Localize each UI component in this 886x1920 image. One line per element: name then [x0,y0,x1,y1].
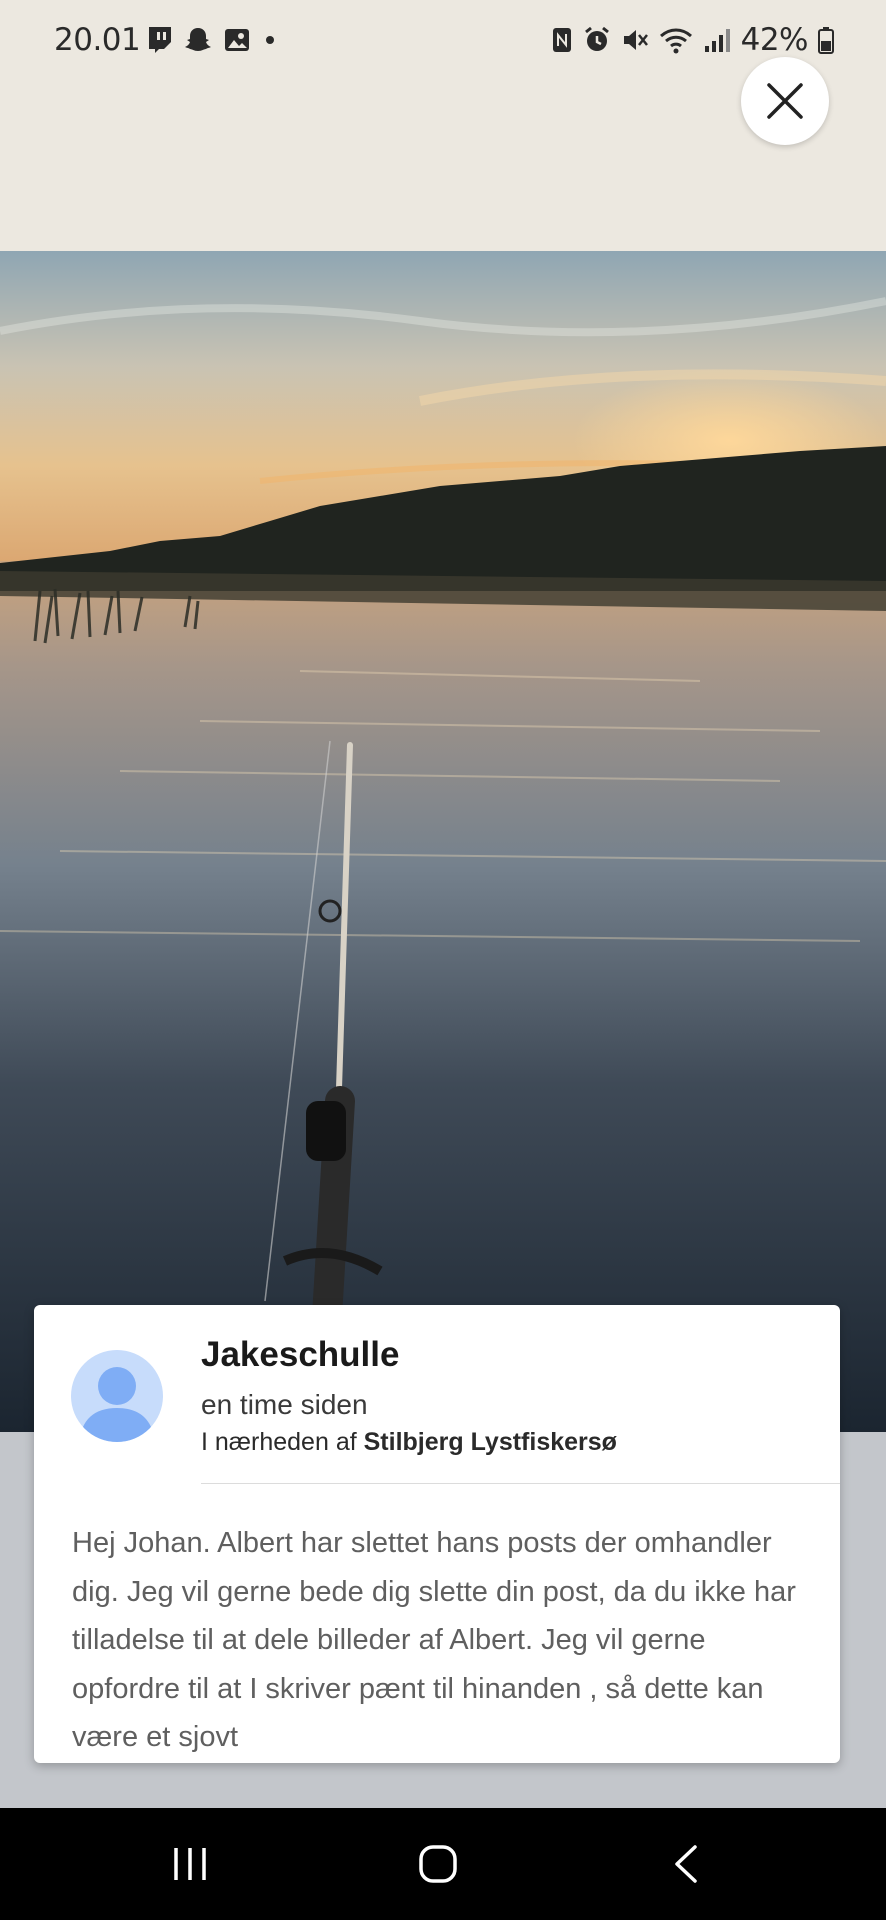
signal-icon [704,29,730,52]
status-notification-icons [146,26,278,54]
gallery-icon [225,29,249,51]
status-time: 20.01 [54,22,141,58]
sunset-lake-image [0,251,886,1432]
battery-percentage: 42% [740,22,809,58]
dot-icon [266,36,274,44]
location-name: Stilbjerg Lystfiskersø [363,1428,617,1456]
nfc-icon [552,28,571,52]
back-icon [675,1845,697,1883]
recent-apps-icon [174,1848,206,1880]
post-card: Jakeschulle en time siden I nærheden af … [34,1305,840,1763]
user-avatar-icon [79,1367,155,1442]
post-text: Hej Johan. Albert har slettet hans posts… [72,1527,796,1753]
post-location[interactable]: I nærheden af Stilbjerg Lystfiskersø [201,1428,617,1457]
post-username[interactable]: Jakeschulle [201,1335,399,1375]
recent-apps-button[interactable] [130,1808,250,1920]
back-button[interactable] [626,1808,746,1920]
divider [201,1483,840,1484]
close-button[interactable] [741,57,829,145]
alarm-icon [584,26,609,51]
home-button[interactable] [378,1808,498,1920]
status-system-icons: 42% [551,22,834,58]
twitch-icon [149,27,171,53]
location-prefix: I nærheden af [201,1428,357,1456]
snapchat-icon [185,28,211,51]
post-timestamp: en time siden [201,1389,368,1420]
home-icon [419,1845,457,1883]
avatar[interactable] [71,1350,163,1442]
close-icon [767,83,803,119]
wifi-icon [659,28,692,54]
battery-icon [818,27,834,54]
navigation-bar [0,1808,886,1920]
mute-icon [623,30,648,50]
post-photo[interactable] [0,251,886,1432]
